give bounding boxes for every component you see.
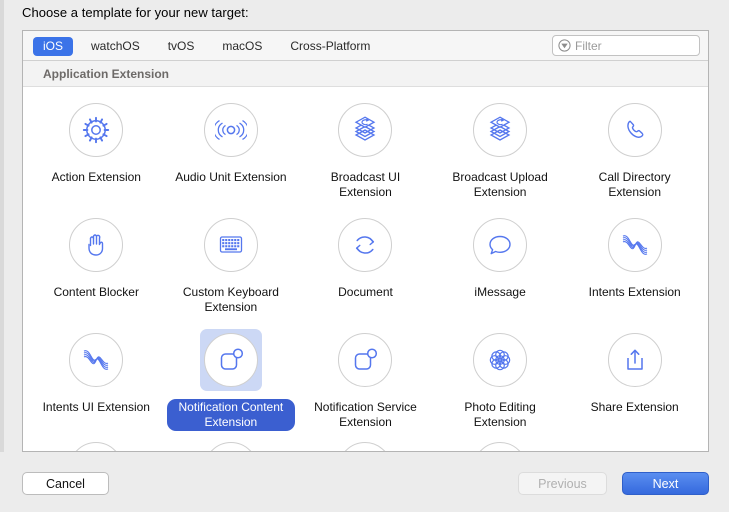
template-item[interactable]: Notification Content Extension bbox=[164, 327, 299, 442]
template-label: Photo Editing Extension bbox=[464, 400, 536, 429]
template-icon-container bbox=[65, 442, 127, 451]
template-label: Content Blocker bbox=[53, 285, 139, 299]
page-title: Choose a template for your new target: bbox=[22, 5, 249, 20]
template-item[interactable]: iMessage bbox=[433, 212, 568, 327]
template-icon-container bbox=[334, 99, 396, 161]
template-icon-container bbox=[604, 214, 666, 276]
audio-waves-icon bbox=[203, 103, 258, 157]
template-item[interactable]: Action Extension bbox=[29, 97, 164, 212]
notification-badge-icon bbox=[203, 333, 258, 387]
template-icon-container bbox=[469, 329, 531, 391]
template-icon-container bbox=[199, 329, 262, 391]
template-item[interactable]: Broadcast Upload Extension bbox=[433, 97, 568, 212]
platform-tabs[interactable]: iOS watchOS tvOS macOS Cross-Platform bbox=[33, 31, 388, 61]
gear-icon bbox=[69, 103, 124, 157]
template-item-clipped[interactable] bbox=[433, 442, 568, 451]
clipped-icon bbox=[338, 442, 393, 451]
previous-button[interactable]: Previous bbox=[518, 472, 607, 495]
tab-macos[interactable]: macOS bbox=[212, 37, 272, 56]
template-item[interactable]: Notification Service Extension bbox=[298, 327, 433, 442]
refresh-circle-icon bbox=[338, 218, 393, 272]
template-label: Share Extension bbox=[590, 400, 679, 414]
filter-input[interactable]: Filter bbox=[552, 35, 700, 56]
template-item[interactable]: Document bbox=[298, 212, 433, 327]
speech-bubble-icon bbox=[473, 218, 528, 272]
template-icon-container bbox=[469, 214, 531, 276]
notification-badge-icon bbox=[338, 333, 393, 387]
template-icon-container bbox=[200, 214, 262, 276]
filter-placeholder: Filter bbox=[575, 38, 602, 53]
template-label: Audio Unit Extension bbox=[175, 170, 287, 184]
section-header: Application Extension bbox=[23, 61, 708, 87]
template-item[interactable]: Audio Unit Extension bbox=[164, 97, 299, 212]
template-icon-container bbox=[65, 214, 127, 276]
phone-icon bbox=[607, 103, 662, 157]
dialog-footer: Cancel Previous Next bbox=[0, 452, 729, 512]
template-label: Broadcast UI Extension bbox=[330, 170, 401, 199]
template-item[interactable]: Intents Extension bbox=[567, 212, 702, 327]
template-item-clipped[interactable] bbox=[29, 442, 164, 451]
rosette-icon bbox=[473, 333, 528, 387]
template-label: Custom Keyboard Extension bbox=[182, 285, 279, 314]
platform-toolbar: iOS watchOS tvOS macOS Cross-Platform Filter bbox=[23, 31, 708, 61]
hand-icon bbox=[69, 218, 124, 272]
template-icon-container bbox=[65, 99, 127, 161]
tab-watchos[interactable]: watchOS bbox=[81, 37, 150, 56]
template-item-clipped[interactable] bbox=[298, 442, 433, 451]
template-icon-container bbox=[469, 442, 531, 451]
clipped-icon bbox=[69, 442, 124, 451]
template-item[interactable]: Share Extension bbox=[567, 327, 702, 442]
share-upload-icon bbox=[607, 333, 662, 387]
clipped-icon bbox=[473, 442, 528, 451]
template-label: Document bbox=[338, 285, 393, 299]
template-grid-partial-row bbox=[23, 442, 708, 451]
window-left-edge bbox=[0, 0, 4, 512]
tab-cross-platform[interactable]: Cross-Platform bbox=[280, 37, 380, 56]
template-icon-container bbox=[604, 329, 666, 391]
template-icon-container bbox=[334, 214, 396, 276]
template-label: iMessage bbox=[474, 285, 526, 299]
template-icon-container bbox=[604, 99, 666, 161]
template-item[interactable]: Call Directory Extension bbox=[567, 97, 702, 212]
template-item[interactable]: Photo Editing Extension bbox=[433, 327, 568, 442]
template-icon-container bbox=[469, 99, 531, 161]
template-icon-container bbox=[65, 329, 127, 391]
template-label: Notification Service Extension bbox=[314, 400, 417, 429]
section-header-label: Application Extension bbox=[43, 66, 170, 81]
tab-tvos[interactable]: tvOS bbox=[158, 37, 205, 56]
new-target-template-dialog: Choose a template for your new target: i… bbox=[0, 0, 729, 512]
keyboard-icon bbox=[203, 218, 258, 272]
template-grid-scroll[interactable]: Action Extension Audio Unit Extension Broa… bbox=[23, 87, 708, 451]
template-icon-container bbox=[334, 442, 396, 451]
template-item-clipped[interactable] bbox=[164, 442, 299, 451]
template-item[interactable]: Intents UI Extension bbox=[29, 327, 164, 442]
template-label: Broadcast Upload Extension bbox=[452, 170, 548, 199]
clipped-icon bbox=[203, 442, 258, 451]
template-label: Intents UI Extension bbox=[42, 400, 150, 414]
template-grid: Action Extension Audio Unit Extension Broa… bbox=[23, 87, 708, 442]
template-icon-container bbox=[334, 329, 396, 391]
template-icon-container bbox=[200, 99, 262, 161]
template-icon-container bbox=[200, 442, 262, 451]
broadcast-layers-icon bbox=[473, 103, 528, 157]
template-chooser-panel: iOS watchOS tvOS macOS Cross-Platform Filter… bbox=[22, 30, 709, 452]
template-label: Intents Extension bbox=[588, 285, 681, 299]
filter-icon bbox=[558, 39, 571, 52]
cancel-button[interactable]: Cancel bbox=[22, 472, 109, 495]
template-item[interactable]: Broadcast UI Extension bbox=[298, 97, 433, 212]
tab-ios[interactable]: iOS bbox=[33, 36, 74, 56]
template-item[interactable]: Content Blocker bbox=[29, 212, 164, 327]
crossing-waves-icon bbox=[69, 333, 124, 387]
template-label: Call Directory Extension bbox=[598, 170, 671, 199]
template-label: Action Extension bbox=[51, 170, 141, 184]
template-label: Notification Content Extension bbox=[166, 399, 295, 431]
crossing-waves-icon bbox=[607, 218, 662, 272]
broadcast-layers-icon bbox=[338, 103, 393, 157]
template-item[interactable]: Custom Keyboard Extension bbox=[164, 212, 299, 327]
next-button[interactable]: Next bbox=[622, 472, 709, 495]
